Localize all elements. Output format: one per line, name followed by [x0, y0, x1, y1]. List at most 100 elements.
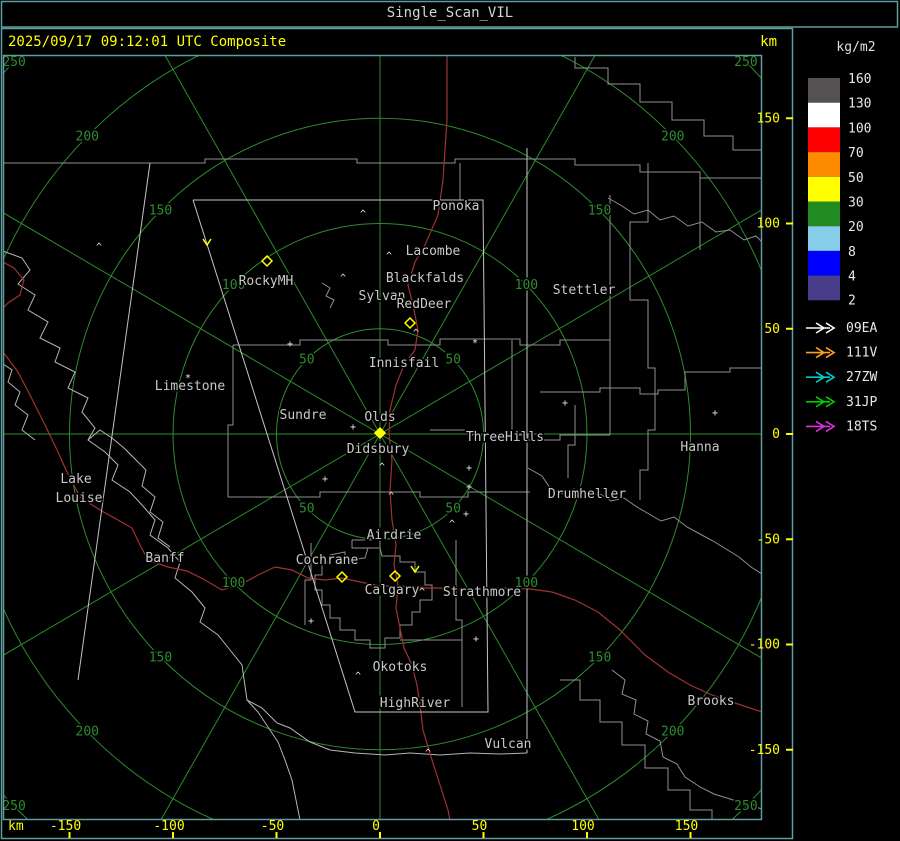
colorbar-swatch: [808, 176, 840, 202]
town-label-drumheller: Drumheller: [548, 487, 626, 502]
small-town-marker: ^: [386, 251, 392, 262]
small-town-marker: ^: [419, 587, 425, 598]
site-id-label: 18TS: [846, 419, 877, 434]
colorbar-swatch: [808, 127, 840, 153]
ring-label-150: 150: [149, 650, 172, 665]
y-axis-label: 0: [772, 427, 780, 442]
colorbar-value: 2: [848, 293, 856, 308]
small-town-marker: +: [308, 616, 314, 627]
small-town-marker: +: [562, 398, 568, 409]
site-id-label: 09EA: [846, 321, 877, 336]
town-label-vulcan: Vulcan: [485, 737, 532, 752]
x-axis-label: -150: [50, 819, 81, 834]
y-axis-label: 100: [757, 217, 780, 232]
ring-label-150: 150: [149, 204, 172, 219]
small-town-marker: ^: [360, 209, 366, 220]
town-label-louise: Louise: [56, 491, 103, 506]
ring-label-200: 200: [661, 725, 684, 740]
x-axis-label: 50: [472, 819, 488, 834]
town-label-sundre: Sundre: [280, 408, 327, 423]
colorbar-swatch: [808, 250, 840, 276]
x-axis-label: 150: [675, 819, 698, 834]
town-label-threehills: ThreeHills: [466, 430, 544, 445]
small-town-marker: +: [287, 339, 293, 350]
town-label-lacombe: Lacombe: [406, 244, 461, 259]
town-label-calgary: Calgary: [365, 583, 420, 598]
town-label-okotoks: Okotoks: [373, 660, 428, 675]
colorbar-value: 70: [848, 146, 864, 161]
ring-label-250: 250: [734, 55, 757, 70]
town-label-highriver: HighRiver: [380, 696, 451, 711]
ring-label-200: 200: [661, 129, 684, 144]
small-town-marker: ^: [425, 748, 431, 759]
colorbar-swatch: [808, 152, 840, 177]
x-axis-label: 100: [571, 819, 594, 834]
small-town-marker: +: [350, 422, 356, 433]
town-label-lake: Lake: [60, 472, 91, 487]
ring-label-250: 250: [734, 799, 757, 814]
town-label-hanna: Hanna: [680, 440, 719, 455]
y-axis-label: 150: [757, 111, 780, 126]
town-label-banff: Banff: [145, 551, 184, 566]
town-label-cochrane: Cochrane: [296, 553, 359, 568]
small-town-marker: +: [712, 408, 718, 419]
colorbar-value: 100: [848, 121, 871, 136]
x-axis-label: -100: [153, 819, 184, 834]
small-town-marker: *: [185, 373, 191, 384]
ring-label-50: 50: [445, 353, 461, 368]
site-id-label: 27ZW: [846, 370, 877, 385]
town-label-brooks: Brooks: [688, 694, 735, 709]
colorbar-value: 8: [848, 245, 856, 260]
town-label-airdrie: Airdrie: [367, 528, 422, 543]
x-axis-unit: km: [8, 819, 24, 834]
colorbar-value: 130: [848, 97, 871, 112]
y-axis-label: -100: [749, 638, 780, 653]
small-town-marker: +: [466, 482, 472, 493]
colorbar-swatch: [808, 201, 840, 227]
ring-label-50: 50: [299, 501, 315, 516]
small-town-marker: ^: [413, 328, 419, 339]
town-label-rockymh: RockyMH: [239, 274, 294, 289]
small-town-marker: +: [466, 463, 472, 474]
colorbar-value: 20: [848, 220, 864, 235]
town-label-stettler: Stettler: [553, 283, 616, 298]
ring-label-100: 100: [222, 576, 245, 591]
colorbar-swatch: [808, 78, 840, 103]
ring-label-100: 100: [515, 278, 538, 293]
town-label-reddeer: RedDeer: [397, 297, 452, 312]
colorbar-swatch: [808, 275, 840, 301]
ring-label-150: 150: [588, 650, 611, 665]
small-town-marker: ^: [388, 491, 394, 502]
small-town-marker: *: [472, 338, 478, 349]
small-town-marker: ^: [355, 671, 361, 682]
ring-label-200: 200: [76, 129, 99, 144]
small-town-marker: ^: [96, 242, 102, 253]
radar-site-legend: 09EA 111V 27ZW 31JP 18TS: [806, 321, 877, 434]
small-town-marker: ^: [449, 519, 455, 530]
ring-label-150: 150: [588, 204, 611, 219]
x-axis-label: 0: [372, 819, 380, 834]
town-label-olds: Olds: [364, 410, 395, 425]
small-town-marker: +: [463, 509, 469, 520]
ring-label-250: 250: [2, 799, 25, 814]
radar-display: 50 5050 50100 100100 100150 150150 150200 20020…: [0, 0, 899, 840]
site-id-label: 31JP: [846, 395, 877, 410]
small-town-marker: +: [473, 634, 479, 645]
town-label-strathmore: Strathmore: [443, 585, 521, 600]
colorbar-swatch: [808, 226, 840, 251]
town-label-innisfail: Innisfail: [369, 356, 439, 371]
y-axis-label: -50: [757, 532, 780, 547]
small-town-marker: ^: [340, 273, 346, 284]
y-axis-label: 50: [764, 322, 780, 337]
ring-label-50: 50: [445, 501, 461, 516]
town-label-blackfalds: Blackfalds: [386, 271, 464, 286]
colorbar-value: 4: [848, 270, 856, 285]
colorbar-value: 50: [848, 171, 864, 186]
y-axis-label: -150: [749, 743, 780, 758]
colorbar-swatch: [808, 102, 840, 128]
small-town-marker: +: [322, 474, 328, 485]
ring-label-250: 250: [2, 55, 25, 70]
title-bar-border: [0, 0, 899, 28]
colorbar-value: 160: [848, 72, 871, 87]
site-id-label: 111V: [846, 346, 877, 361]
